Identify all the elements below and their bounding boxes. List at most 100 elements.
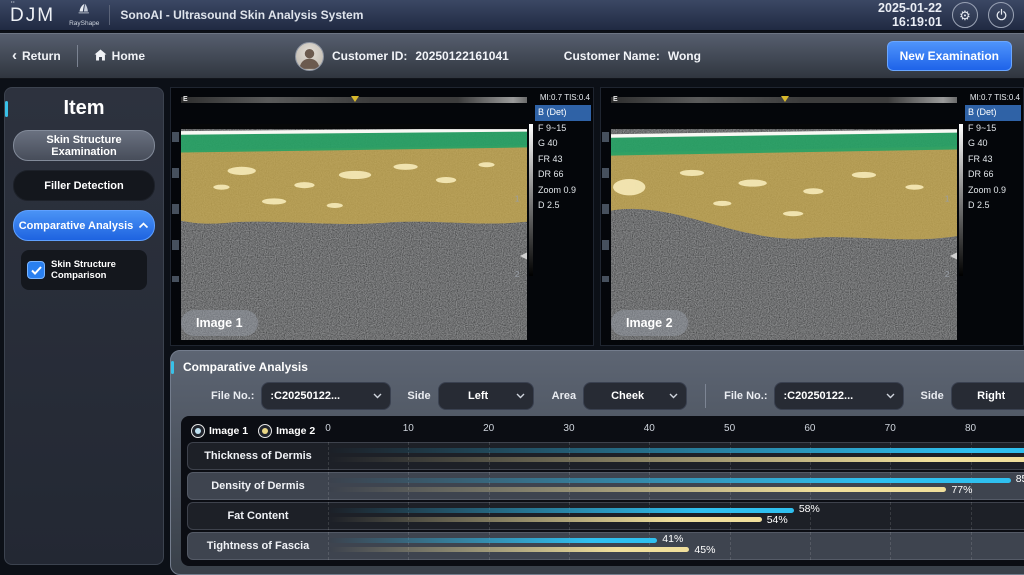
panel-header: Comparative Analysis xyxy=(181,355,1024,379)
image-1-label: Image 1 xyxy=(181,310,258,336)
side-select-left[interactable]: Left xyxy=(438,382,534,410)
customer-name-label: Customer Name: xyxy=(564,49,660,63)
file-no-label: File No.: xyxy=(211,390,254,402)
file-no-select-left[interactable]: :C20250122... xyxy=(261,382,391,410)
side-select-right[interactable]: Right xyxy=(951,382,1024,410)
grayscale-bar xyxy=(529,124,533,276)
rayshape-logo: RayShape xyxy=(69,3,99,28)
customer-name-value: Wong xyxy=(668,49,701,63)
us-param: F 9~15 xyxy=(965,121,1021,137)
us-param: F 9~15 xyxy=(535,121,591,137)
customer-id-label: Customer ID: xyxy=(332,49,407,63)
us-params-1: B (Det)F 9~15G 40FR 43DR 66Zoom 0.9D 2.5 xyxy=(535,105,591,214)
djm-logo: ¨DJM xyxy=(10,6,55,25)
bar-image-2 xyxy=(328,547,689,552)
nav-bar: ‹ Return Home Customer ID: 2025012216104… xyxy=(0,33,1024,79)
sidebar-buttons: Skin Structure Examination Filler Detecti… xyxy=(5,130,163,290)
file-no-label: File No.: xyxy=(724,390,767,402)
legend-radio-icon[interactable] xyxy=(258,424,272,438)
area-select-left[interactable]: Cheek xyxy=(583,382,687,410)
bar-image-2 xyxy=(328,457,1024,462)
us-param: DR 66 xyxy=(535,167,591,183)
legend-item-image-1[interactable]: Image 1 xyxy=(191,424,248,438)
bar-value-label: 45% xyxy=(694,544,715,556)
us-param: D 2.5 xyxy=(535,198,591,214)
customer-id-value: 20250122161041 xyxy=(415,49,508,63)
bar-value-label: 54% xyxy=(767,514,788,526)
rayshape-label: RayShape xyxy=(69,21,99,28)
probe-orientation-mark: E xyxy=(183,96,188,104)
date: 2025-01-22 xyxy=(878,1,942,15)
side-label: Side xyxy=(920,390,943,402)
customer-avatar xyxy=(295,42,324,71)
sidebar-item-skin-structure-examination[interactable]: Skin Structure Examination xyxy=(13,130,155,161)
selectors-divider xyxy=(705,384,706,408)
rayshape-sail-icon xyxy=(75,3,93,20)
panel-accent xyxy=(171,361,174,374)
depth-mark: 2 xyxy=(515,270,520,279)
mi-tis-readout: MI:0.7 TIS:0.4 xyxy=(540,93,590,102)
sidebar-item-comparative-analysis[interactable]: Comparative Analysis xyxy=(13,210,155,241)
bar-image-1 xyxy=(328,448,1024,453)
chart-row-density-of-dermis: Density of Dermis85%77% xyxy=(187,472,1024,500)
row-label: Tightness of Fascia xyxy=(188,540,328,552)
us-param: Zoom 0.9 xyxy=(965,183,1021,199)
chart-rows-wrap: Thickness of Dermis100%94%Density of Der… xyxy=(187,442,1024,560)
axis-tick: 30 xyxy=(563,423,574,434)
row-label: Fat Content xyxy=(188,510,328,522)
legend-item-image-2[interactable]: Image 2 xyxy=(258,424,315,438)
time: 16:19:01 xyxy=(878,15,942,29)
power-icon xyxy=(995,8,1008,23)
sidebar-item-label: Filler Detection xyxy=(44,180,123,192)
sidebar-item-label: Comparative Analysis xyxy=(19,220,134,232)
chart-legend: Image 1 Image 2 xyxy=(191,424,315,438)
depth-mark: 1 xyxy=(515,194,520,203)
home-button[interactable]: Home xyxy=(94,49,145,64)
file-no-select-right[interactable]: :C20250122... xyxy=(774,382,904,410)
us-param: B (Det) xyxy=(535,105,591,121)
legend-radio-icon[interactable] xyxy=(191,424,205,438)
legend-label: Image 1 xyxy=(209,425,248,437)
axis-tick: 0 xyxy=(325,423,331,434)
depth-mark: 1 xyxy=(945,194,950,203)
ultrasound-panel-2: E xyxy=(600,87,1024,346)
ultrasound-image-2: 1 2 xyxy=(611,124,957,340)
sidebar-subitem-skin-structure-comparison[interactable]: Skin Structure Comparison xyxy=(21,250,147,290)
chart-rows: Thickness of Dermis100%94%Density of Der… xyxy=(187,442,1024,560)
bar-image-1 xyxy=(328,508,794,513)
probe-strip: E xyxy=(611,97,957,103)
chevron-down-icon xyxy=(669,390,678,402)
us-params-2: B (Det)F 9~15G 40FR 43DR 66Zoom 0.9D 2.5 xyxy=(965,105,1021,214)
gear-icon: ⚙ xyxy=(959,9,971,22)
panel-title: Comparative Analysis xyxy=(183,360,308,374)
probe-strip: E xyxy=(181,97,527,103)
home-icon xyxy=(94,49,107,64)
nav-divider xyxy=(77,45,78,67)
customer-info: Customer ID: 20250122161041 xyxy=(295,42,509,71)
new-examination-button[interactable]: New Examination xyxy=(887,41,1012,71)
file-selectors: File No.: :C20250122... Side Left Area C… xyxy=(181,379,1024,413)
row-label: Thickness of Dermis xyxy=(188,450,328,462)
axis-tick: 20 xyxy=(483,423,494,434)
tgc-markers xyxy=(172,132,179,282)
scan-area-2: 1 2 xyxy=(611,124,957,340)
axis-tick: 70 xyxy=(885,423,896,434)
depth-mark: 2 xyxy=(945,270,950,279)
chart-row-fat-content: Fat Content58%54% xyxy=(187,502,1024,530)
power-button[interactable] xyxy=(988,2,1014,28)
topbar-divider xyxy=(109,5,110,25)
checkbox-checked[interactable] xyxy=(27,261,45,279)
chart-header: Image 1Image 2 0102030405060708090100 Un… xyxy=(187,420,1024,442)
settings-button[interactable]: ⚙ xyxy=(952,2,978,28)
axis-tick: 40 xyxy=(644,423,655,434)
top-bar: ¨DJM RayShape SonoAI - Ultrasound Skin A… xyxy=(0,0,1024,31)
bar-value-label: 41% xyxy=(662,533,683,545)
probe-orientation-mark: E xyxy=(613,96,618,104)
sidebar-item-filler-detection[interactable]: Filler Detection xyxy=(13,170,155,201)
axis-tick: 10 xyxy=(403,423,414,434)
side-label: Side xyxy=(407,390,430,402)
chevron-up-icon xyxy=(138,220,149,232)
us-param: FR 43 xyxy=(535,152,591,168)
return-button[interactable]: ‹ Return xyxy=(12,49,61,63)
subitem-label: Skin Structure Comparison xyxy=(51,259,141,281)
